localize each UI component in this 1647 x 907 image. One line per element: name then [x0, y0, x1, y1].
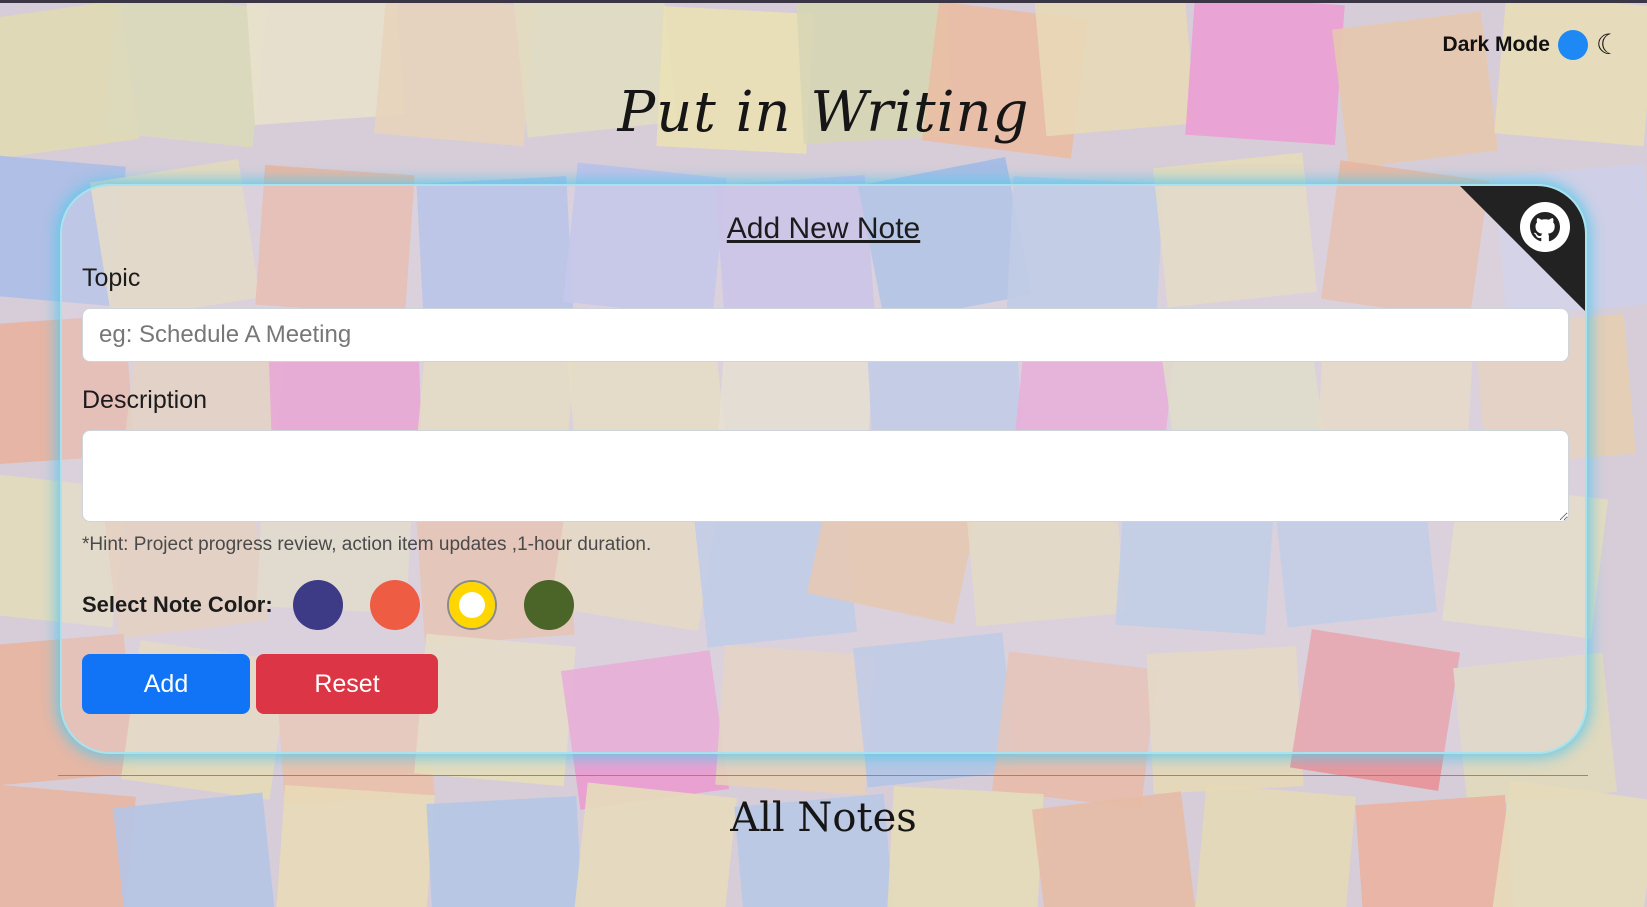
all-notes-heading: All Notes: [730, 795, 917, 841]
window-top-edge: [0, 0, 1647, 3]
moon-icon[interactable]: ☾: [1596, 31, 1621, 59]
add-note-heading: Add New Note: [726, 212, 921, 245]
topic-input[interactable]: [82, 308, 1569, 362]
description-label: Description: [82, 386, 208, 414]
dark-mode-label: Dark Mode: [1442, 33, 1550, 56]
color-swatch-yellow[interactable]: [446, 580, 497, 630]
corner-triangle: [1460, 186, 1585, 311]
topic-label: Topic: [82, 264, 141, 292]
color-swatch-orange[interactable]: [369, 580, 420, 630]
note-color-label: Select Note Color:: [82, 592, 273, 617]
add-note-card: Add New Note Topic Description *Hint: Pr…: [60, 184, 1587, 754]
color-swatch-green[interactable]: [523, 580, 574, 630]
app-title: Put in Writing: [617, 80, 1030, 145]
color-swatch-purple[interactable]: [292, 580, 343, 630]
description-textarea[interactable]: [82, 430, 1569, 522]
note-color-picker: Select Note Color:: [82, 580, 601, 630]
section-divider: [58, 775, 1588, 776]
dark-mode-control[interactable]: Dark Mode ☾: [1443, 30, 1621, 60]
hint-text: *Hint: Project progress review, action i…: [82, 534, 652, 555]
form-actions: Add Reset: [82, 654, 438, 714]
reset-button[interactable]: Reset: [256, 654, 438, 714]
dark-mode-toggle[interactable]: [1557, 30, 1588, 60]
add-button[interactable]: Add: [82, 654, 250, 714]
github-corner-link[interactable]: [1460, 186, 1585, 311]
